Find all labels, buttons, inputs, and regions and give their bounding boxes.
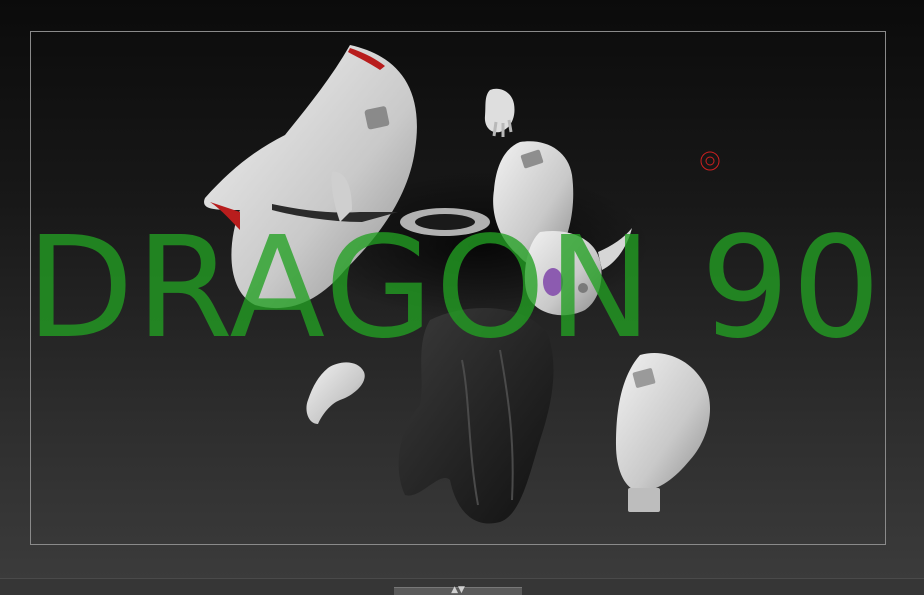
- pivot-target-icon[interactable]: [700, 151, 720, 171]
- zbrush-canvas-viewport[interactable]: DRAGON 90: [0, 0, 924, 578]
- expand-arrows-icon: ▲▼: [451, 585, 465, 595]
- bottom-tray-toggle[interactable]: ▲▼: [394, 585, 522, 595]
- document-frame: [30, 31, 886, 545]
